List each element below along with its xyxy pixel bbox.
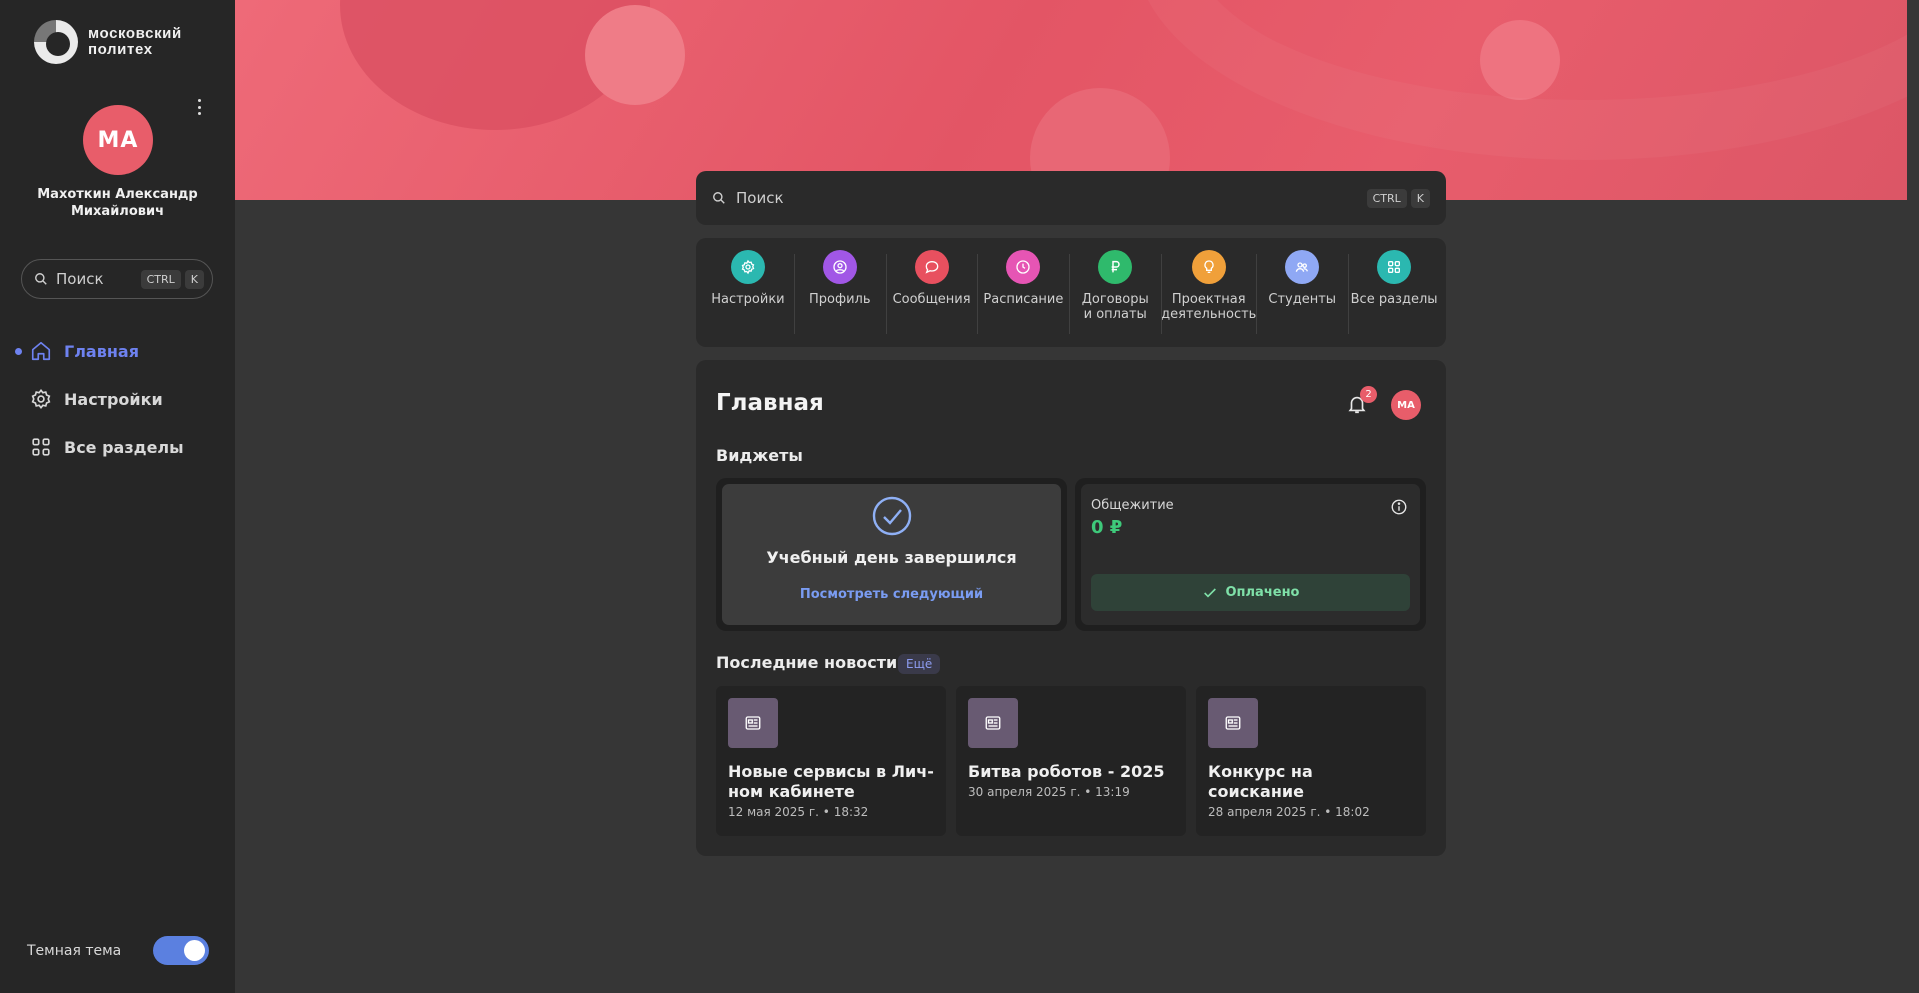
newspaper-icon <box>728 698 778 748</box>
theme-label: Темная тема <box>27 942 122 959</box>
logo-mark-icon <box>34 20 78 64</box>
profile-icon <box>822 250 857 284</box>
main-content: Главная 2 МА Виджеты Учебный день заверш… <box>696 360 1446 856</box>
students-icon <box>1285 250 1320 284</box>
quick-link-label: Студенты <box>1268 292 1337 307</box>
grid-icon <box>1377 250 1412 284</box>
shortcut-key-k: K <box>1410 188 1430 208</box>
quick-link-label: Проектная деятельность <box>1161 292 1257 322</box>
news-card-title: Битва роботов - 2025 <box>968 762 1165 781</box>
quick-link-students[interactable]: Студенты <box>1256 250 1348 335</box>
quick-link-label: Расписание <box>983 292 1064 307</box>
sidebar-item-label: Главная <box>64 341 139 361</box>
decorative-blob <box>585 5 685 105</box>
gear-icon <box>730 250 765 284</box>
paid-status-label: Оплачено <box>1225 585 1300 600</box>
logo-text: московский политех <box>88 25 182 58</box>
more-options-icon[interactable] <box>192 96 206 118</box>
hero-banner <box>235 0 1907 200</box>
sidebar-item-all-sections[interactable]: Все разделы <box>0 423 235 471</box>
news-more-link[interactable]: Ещё <box>898 654 941 674</box>
widgets-title: Виджеты <box>716 446 803 465</box>
quick-link-label: Договоры и оплаты <box>1081 292 1149 322</box>
paid-status-button[interactable]: Оплачено <box>1091 574 1410 611</box>
newspaper-icon <box>1208 698 1258 748</box>
quick-links-bar: Настройки Профиль Сообщения Расписание Д… <box>696 238 1446 347</box>
clock-icon <box>1006 250 1041 284</box>
sidebar: московский политех МА Махоткин Александр… <box>0 0 235 993</box>
quick-link-settings[interactable]: Настройки <box>702 250 794 335</box>
notification-badge: 2 <box>1360 386 1377 403</box>
avatar[interactable]: МА <box>1391 390 1421 420</box>
view-next-link[interactable]: Посмотреть следующий <box>800 587 983 602</box>
schedule-widget-title: Учебный день завершился <box>766 548 1017 567</box>
sidebar-item-home[interactable]: Главная <box>0 327 235 375</box>
global-search-placeholder: Поиск <box>736 189 784 207</box>
newspaper-icon <box>968 698 1018 748</box>
quick-link-schedule[interactable]: Расписание <box>977 250 1069 335</box>
check-icon <box>1203 587 1216 597</box>
decorative-blob <box>1135 0 1907 160</box>
gear-icon <box>31 388 51 410</box>
dorm-widget: Общежитие 0 ₽ Оплачено <box>1075 478 1426 631</box>
ruble-icon <box>1098 250 1133 284</box>
quick-link-messages[interactable]: Сообщения <box>885 250 978 335</box>
quick-link-label: Сообщения <box>892 292 971 307</box>
dorm-widget-title: Общежитие <box>1091 498 1174 513</box>
avatar[interactable]: МА <box>83 105 153 175</box>
news-card-date: 12 мая 2025 г. • 18:32 <box>728 805 869 819</box>
news-card[interactable]: Битва роботов - 2025 30 апреля 2025 г. •… <box>956 686 1186 836</box>
news-card-title: Новые сервисы в Лич­ном кабинете <box>728 762 934 801</box>
news-card-date: 30 апреля 2025 г. • 13:19 <box>968 785 1130 799</box>
active-indicator <box>15 348 22 355</box>
sidebar-nav: Главная Настройки Все разделы <box>0 327 235 471</box>
message-icon <box>914 250 949 284</box>
shortcut-key-ctrl: CTRL <box>140 269 181 289</box>
dark-theme-toggle[interactable] <box>153 936 209 965</box>
page-title: Главная <box>716 390 824 416</box>
search-icon <box>713 192 725 204</box>
news-card[interactable]: Новые сервисы в Лич­ном кабинете 12 мая … <box>716 686 946 836</box>
global-search-input[interactable]: Поиск CTRL K <box>696 171 1446 225</box>
logo[interactable]: московский политех <box>34 20 208 64</box>
news-card[interactable]: Конкурс на соискание Национальной прем..… <box>1196 686 1426 836</box>
quick-link-label: Настройки <box>711 292 785 307</box>
quick-link-label: Все разделы <box>1350 292 1438 307</box>
schedule-widget: Учебный день завершился Посмотреть следу… <box>716 478 1067 631</box>
quick-link-projects[interactable]: Проектная деятельность <box>1161 250 1256 335</box>
lightbulb-icon <box>1191 250 1226 284</box>
info-icon[interactable] <box>1390 498 1408 516</box>
quick-link-all-sections[interactable]: Все разделы <box>1348 250 1440 335</box>
theme-switch-row: Темная тема <box>27 936 209 965</box>
quick-link-profile[interactable]: Профиль <box>793 250 886 335</box>
quick-link-label: Профиль <box>808 292 871 307</box>
sidebar-item-label: Настройки <box>64 389 163 409</box>
news-card-date: 28 апреля 2025 г. • 18:02 <box>1208 805 1370 819</box>
shortcut-key-k: K <box>184 269 204 289</box>
sidebar-item-settings[interactable]: Настройки <box>0 375 235 423</box>
sidebar-search-input[interactable]: Поиск CTRL K <box>21 259 213 299</box>
user-name: Махоткин Александр Михайлович <box>37 187 198 219</box>
sidebar-search-placeholder: Поиск <box>56 270 104 288</box>
news-card-title: Конкурс на соискание Национальной прем..… <box>1208 762 1313 801</box>
sidebar-item-label: Все разделы <box>64 437 184 457</box>
search-icon <box>35 273 47 285</box>
home-icon <box>31 341 51 361</box>
dorm-amount: 0 ₽ <box>1091 517 1123 538</box>
shortcut-key-ctrl: CTRL <box>1366 188 1407 208</box>
news-title: Последние новости <box>716 653 898 672</box>
quick-link-contracts[interactable]: Договоры и оплаты <box>1069 250 1161 335</box>
grid-icon <box>32 438 50 456</box>
check-circle-icon <box>872 496 911 536</box>
